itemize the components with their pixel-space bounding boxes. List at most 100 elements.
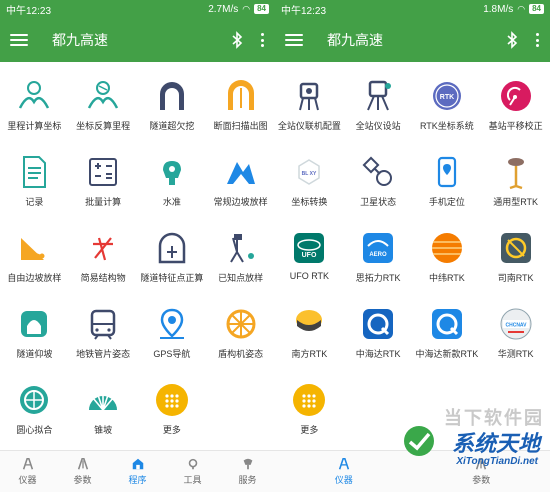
app-tile[interactable]: 自由边坡放样: [0, 222, 69, 298]
app-tile[interactable]: GPS导航: [138, 298, 207, 374]
tab-0[interactable]: 仪器: [0, 451, 55, 492]
app-tile[interactable]: 更多: [138, 374, 207, 450]
app-tile[interactable]: 坐标反算里程: [69, 70, 138, 146]
hi-target-rtk-icon: [360, 306, 396, 342]
mileage-coordinate-icon: [16, 78, 52, 114]
network-speed: 1.8M/s: [483, 3, 514, 15]
menu-icon[interactable]: [285, 34, 303, 46]
app-tile-label: 常规边坡放样: [213, 197, 268, 207]
app-tile[interactable]: CHCNAV 华测RTK: [481, 298, 550, 374]
more-options-icon[interactable]: [259, 33, 265, 47]
free-slope-icon: [16, 230, 52, 266]
app-tile-label: 简易结构物: [80, 273, 126, 283]
app-tile[interactable]: 圆心拟合: [0, 374, 69, 450]
more-options-icon[interactable]: [534, 33, 540, 47]
app-tile[interactable]: 南方RTK: [275, 298, 344, 374]
app-tile[interactable]: 全站仪联机配置: [275, 70, 344, 146]
app-tile[interactable]: AERO 思拓力RTK: [344, 222, 413, 298]
app-tile[interactable]: 中海达新款RTK: [413, 298, 482, 374]
tab-3[interactable]: 工具: [165, 451, 220, 492]
app-tile-label: 隧道仰坡: [16, 349, 53, 359]
tab-label: 程序: [128, 475, 147, 485]
app-tile[interactable]: 水准: [138, 146, 207, 222]
app-tile-label: 地铁管片姿态: [76, 349, 131, 359]
menu-icon[interactable]: [10, 34, 28, 46]
app-tile[interactable]: BL XY 坐标转换: [275, 146, 344, 222]
app-tile-label: 全站仪联机配置: [277, 121, 341, 131]
tab-label: 仪器: [18, 475, 37, 485]
app-tile[interactable]: 里程计算坐标: [0, 70, 69, 146]
tab-label: 参数: [472, 475, 491, 485]
app-tile[interactable]: 简易结构物: [69, 222, 138, 298]
app-tile-label: 司南RTK: [497, 273, 534, 283]
circle-fit-icon: [16, 382, 52, 418]
app-tile-label: 自由边坡放样: [7, 273, 62, 283]
app-tile[interactable]: 盾构机姿态: [206, 298, 275, 374]
app-tile-label: 断面扫描出图: [213, 121, 268, 131]
app-tile-label: 基站平移校正: [488, 121, 543, 131]
structure-icon: [85, 230, 121, 266]
slope-stakeout-icon: [223, 154, 259, 190]
app-tile-label: 思拓力RTK: [355, 273, 401, 283]
icon-badge-text: UFO: [302, 252, 317, 259]
tab-1[interactable]: 参数: [413, 451, 550, 492]
app-tile[interactable]: 批量计算: [69, 146, 138, 222]
app-tile[interactable]: RTK RTK坐标系统: [413, 70, 482, 146]
app-tile-label: GPS导航: [153, 349, 191, 359]
app-tile[interactable]: 卫星状态: [344, 146, 413, 222]
tab-4[interactable]: 服务: [220, 451, 275, 492]
app-tile[interactable]: 地铁管片姿态: [69, 298, 138, 374]
app-tile[interactable]: 隧道特征点正算: [138, 222, 207, 298]
icon-badge-text: CHCNAV: [505, 323, 527, 329]
app-tile[interactable]: 断面扫描出图: [206, 70, 275, 146]
generic-rtk-icon: [498, 154, 534, 190]
app-tile[interactable]: 锥坡: [69, 374, 138, 450]
bluetooth-icon[interactable]: [504, 31, 520, 49]
bluetooth-icon[interactable]: [229, 31, 245, 49]
total-station-config-icon: [291, 78, 327, 114]
app-tile[interactable]: 手机定位: [413, 146, 482, 222]
app-tile[interactable]: 更多: [275, 374, 344, 450]
app-tile[interactable]: 常规边坡放样: [206, 146, 275, 222]
app-tile-label: UFO RTK: [289, 271, 330, 281]
app-tile[interactable]: 司南RTK: [481, 222, 550, 298]
app-tile[interactable]: 已知点放样: [206, 222, 275, 298]
app-tile[interactable]: 基站平移校正: [481, 70, 550, 146]
bottom-tab-bar: 仪器 参数: [275, 450, 550, 492]
more-apps-icon: [291, 382, 327, 418]
rtk-coordinate-icon: RTK: [429, 78, 465, 114]
app-tile[interactable]: 通用型RTK: [481, 146, 550, 222]
tab-1[interactable]: 参数: [55, 451, 110, 492]
app-tile-label: 锥坡: [94, 425, 113, 435]
more-apps-icon: [154, 382, 190, 418]
icon-badge-text: AERO: [369, 252, 387, 258]
base-station-icon: [498, 78, 534, 114]
app-tile[interactable]: 中海达RTK: [344, 298, 413, 374]
cone-slope-icon: [85, 382, 121, 418]
app-tile-label: 中海达RTK: [355, 349, 401, 359]
app-tile[interactable]: 中纬RTK: [413, 222, 482, 298]
status-time: 中午12:23: [281, 5, 327, 17]
app-tile[interactable]: UFO UFO RTK: [275, 222, 344, 298]
app-tile-label: RTK坐标系统: [419, 121, 474, 131]
app-tile-label: 隧道特征点正算: [140, 273, 204, 283]
app-tile[interactable]: 全站仪设站: [344, 70, 413, 146]
ufo-rtk-icon: UFO: [291, 230, 327, 266]
app-tile[interactable]: 记录: [0, 146, 69, 222]
icon-badge-text: BL XY: [302, 171, 317, 177]
total-station-setup-icon: [360, 78, 396, 114]
bottom-tab-bar: 仪器 参数 程序 工具 服务: [0, 450, 275, 492]
comnav-rtk-icon: [498, 230, 534, 266]
app-tile-label: 水准: [162, 197, 181, 207]
app-tile-label: 中纬RTK: [428, 273, 465, 283]
app-bar: 都九高速: [0, 18, 275, 62]
tab-2[interactable]: 程序: [110, 451, 165, 492]
app-tile[interactable]: 隧道超欠挖: [138, 70, 207, 146]
app-tile[interactable]: 隧道仰坡: [0, 298, 69, 374]
app-tile-label: 更多: [300, 425, 319, 435]
instrument-grid: 全站仪联机配置 全站仪设站 RTK RTK坐标系统 基站平移校正 BL XY 坐标转换 卫星状…: [275, 62, 550, 450]
tab-0[interactable]: 仪器: [275, 451, 413, 492]
parameter-tab-icon: [77, 457, 88, 470]
status-bar: 中午12:23 1.8M/s ◠ 84: [275, 0, 550, 18]
coordinate-transform-icon: BL XY: [291, 154, 327, 190]
